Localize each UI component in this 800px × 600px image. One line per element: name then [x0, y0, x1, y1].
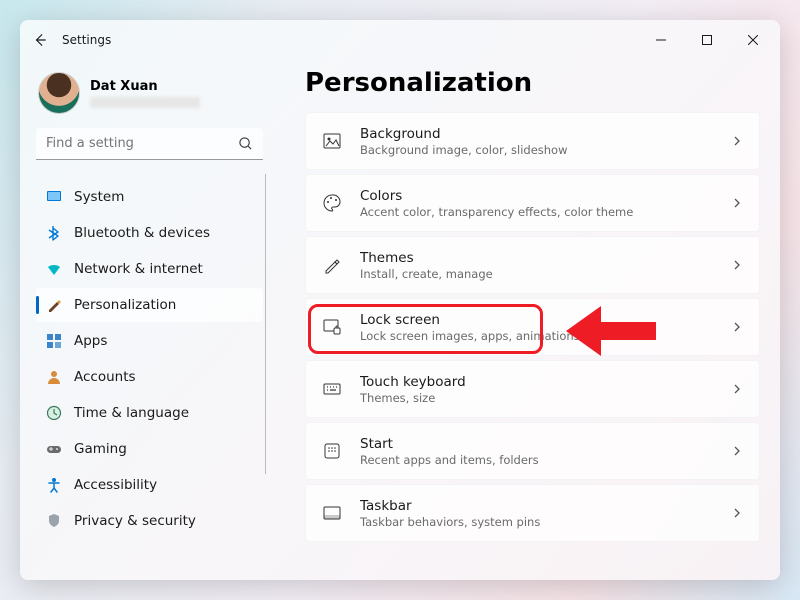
sidebar-item-apps[interactable]: Apps — [36, 324, 263, 358]
privacy-icon — [46, 513, 62, 529]
sidebar: Dat Xuan System Bluetooth & devices — [20, 60, 275, 580]
system-icon — [46, 189, 62, 205]
apps-icon — [46, 333, 62, 349]
sidebar-item-accounts[interactable]: Accounts — [36, 360, 263, 394]
card-title: Touch keyboard — [360, 374, 466, 390]
sidebar-item-label: Network & internet — [74, 261, 203, 277]
network-icon — [46, 261, 62, 277]
start-icon — [322, 441, 342, 461]
touch-keyboard-icon — [322, 379, 342, 399]
gaming-icon — [46, 441, 62, 457]
chevron-right-icon — [731, 383, 743, 395]
sidebar-item-label: Privacy & security — [74, 513, 196, 529]
card-title: Lock screen — [360, 312, 580, 328]
sidebar-item-bluetooth[interactable]: Bluetooth & devices — [36, 216, 263, 250]
card-title: Background — [360, 126, 568, 142]
colors-icon — [322, 193, 342, 213]
sidebar-item-label: Accounts — [74, 369, 136, 385]
user-name: Dat Xuan — [90, 79, 200, 94]
card-desc: Install, create, manage — [360, 267, 493, 281]
search-input[interactable] — [36, 128, 263, 160]
card-start[interactable]: StartRecent apps and items, folders — [305, 422, 760, 480]
card-title: Colors — [360, 188, 633, 204]
nav-scrollbar[interactable] — [265, 174, 266, 474]
sidebar-item-label: Gaming — [74, 441, 127, 457]
themes-icon — [322, 255, 342, 275]
search-icon — [238, 136, 253, 151]
maximize-icon — [702, 35, 712, 45]
page-title: Personalization — [305, 68, 760, 98]
main-panel: Personalization BackgroundBackground ima… — [275, 60, 780, 580]
card-taskbar[interactable]: TaskbarTaskbar behaviors, system pins — [305, 484, 760, 542]
chevron-right-icon — [731, 507, 743, 519]
personalization-icon — [46, 297, 62, 313]
card-title: Start — [360, 436, 539, 452]
window-title: Settings — [62, 33, 111, 47]
user-block[interactable]: Dat Xuan — [36, 68, 263, 128]
card-lock-screen[interactable]: Lock screenLock screen images, apps, ani… — [305, 298, 760, 356]
sidebar-item-time[interactable]: Time & language — [36, 396, 263, 430]
chevron-right-icon — [731, 445, 743, 457]
sidebar-item-personalization[interactable]: Personalization — [36, 288, 263, 322]
chevron-right-icon — [731, 259, 743, 271]
card-title: Themes — [360, 250, 493, 266]
accounts-icon — [46, 369, 62, 385]
close-icon — [748, 35, 758, 45]
card-colors[interactable]: ColorsAccent color, transparency effects… — [305, 174, 760, 232]
sidebar-item-system[interactable]: System — [36, 180, 263, 214]
card-desc: Background image, color, slideshow — [360, 143, 568, 157]
chevron-right-icon — [731, 135, 743, 147]
chevron-right-icon — [731, 197, 743, 209]
time-icon — [46, 405, 62, 421]
close-button[interactable] — [730, 24, 776, 56]
window-controls — [638, 24, 776, 56]
user-email — [90, 97, 200, 108]
settings-list: BackgroundBackground image, color, slide… — [305, 112, 760, 542]
settings-window: Settings Dat Xuan — [20, 20, 780, 580]
back-arrow-icon — [33, 33, 47, 47]
sidebar-item-network[interactable]: Network & internet — [36, 252, 263, 286]
accessibility-icon — [46, 477, 62, 493]
chevron-right-icon — [731, 321, 743, 333]
sidebar-item-accessibility[interactable]: Accessibility — [36, 468, 263, 502]
sidebar-item-label: Apps — [74, 333, 107, 349]
card-background[interactable]: BackgroundBackground image, color, slide… — [305, 112, 760, 170]
sidebar-item-privacy[interactable]: Privacy & security — [36, 504, 263, 538]
bluetooth-icon — [46, 225, 62, 241]
card-title: Taskbar — [360, 498, 540, 514]
avatar — [38, 72, 80, 114]
maximize-button[interactable] — [684, 24, 730, 56]
card-desc: Themes, size — [360, 391, 466, 405]
taskbar-icon — [322, 503, 342, 523]
sidebar-item-label: System — [74, 189, 124, 205]
card-desc: Lock screen images, apps, animations — [360, 329, 580, 343]
titlebar: Settings — [20, 20, 780, 60]
sidebar-item-gaming[interactable]: Gaming — [36, 432, 263, 466]
minimize-icon — [656, 35, 666, 45]
back-button[interactable] — [24, 24, 56, 56]
minimize-button[interactable] — [638, 24, 684, 56]
sidebar-item-label: Accessibility — [74, 477, 157, 493]
card-themes[interactable]: ThemesInstall, create, manage — [305, 236, 760, 294]
sidebar-item-label: Time & language — [74, 405, 189, 421]
sidebar-item-label: Personalization — [74, 297, 176, 313]
sidebar-nav: System Bluetooth & devices Network & int… — [36, 180, 263, 538]
card-desc: Taskbar behaviors, system pins — [360, 515, 540, 529]
search-box[interactable] — [36, 128, 263, 160]
card-desc: Recent apps and items, folders — [360, 453, 539, 467]
sidebar-item-label: Bluetooth & devices — [74, 225, 210, 241]
lock-screen-icon — [322, 317, 342, 337]
card-touch-keyboard[interactable]: Touch keyboardThemes, size — [305, 360, 760, 418]
card-desc: Accent color, transparency effects, colo… — [360, 205, 633, 219]
background-icon — [322, 131, 342, 151]
